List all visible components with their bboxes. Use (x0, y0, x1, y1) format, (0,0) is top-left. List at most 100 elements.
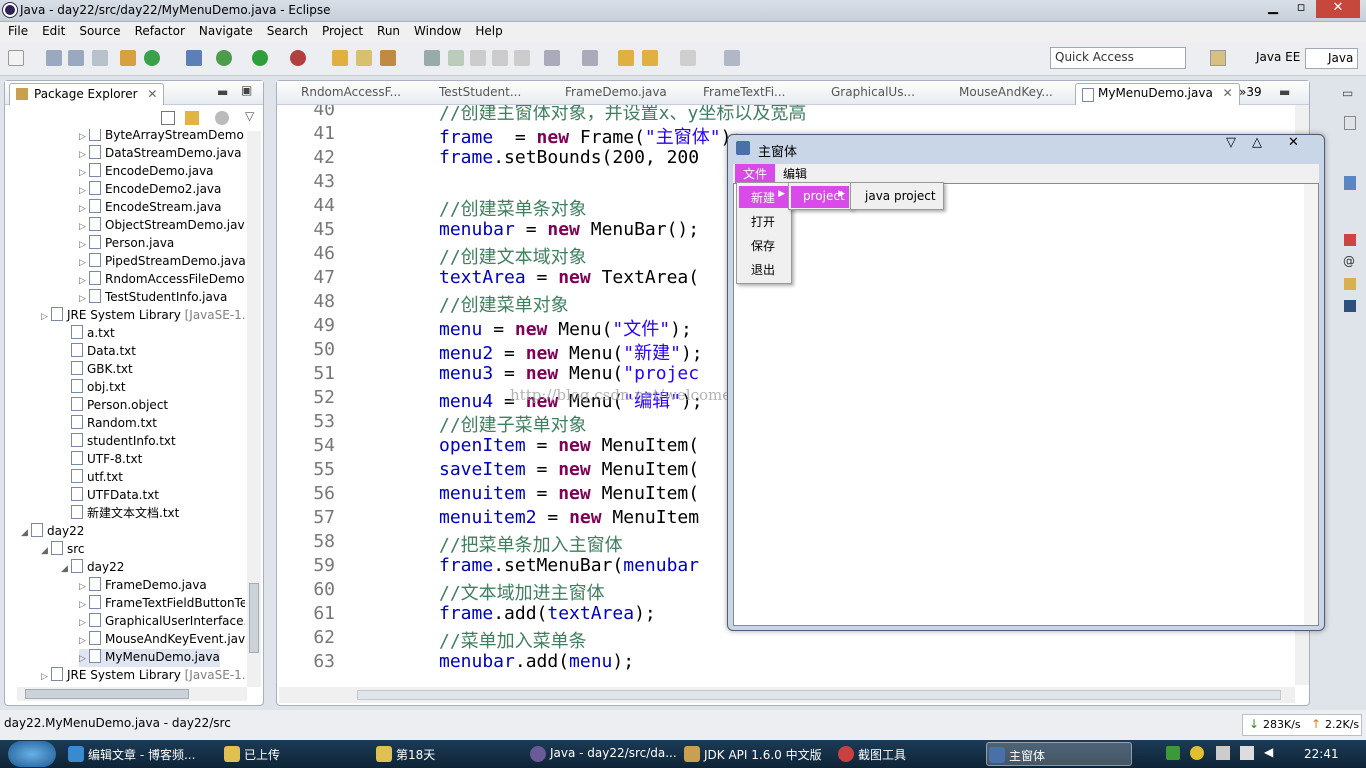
menu-refactor[interactable]: Refactor (127, 22, 191, 38)
expand-arrow-icon[interactable]: ▷ (79, 237, 89, 254)
format-icon[interactable] (470, 50, 486, 66)
tree-item[interactable]: studentInfo.txt (61, 433, 176, 451)
new-java-project-icon[interactable] (120, 50, 136, 66)
quick-access-input[interactable]: Quick Access (1050, 47, 1186, 69)
tree-item[interactable]: ▷ MouseAndKeyEvent.java (79, 631, 245, 649)
tab-overflow[interactable]: »39 (1239, 85, 1262, 99)
code-line[interactable]: menu2 = new Menu("新建"); (439, 339, 703, 365)
hierarchy-icon[interactable] (1344, 176, 1356, 190)
tab-teststudent[interactable]: TestStudent... (439, 85, 521, 99)
tab-mymenudemo[interactable]: MyMenuDemo.java ✕ (1075, 83, 1240, 105)
menu-edit[interactable]: Edit (34, 22, 71, 38)
tree-item[interactable]: ▷ GraphicalUserInterface.ja (79, 613, 245, 631)
prev-annotation-icon[interactable] (582, 50, 598, 66)
tree-item[interactable]: ◢ src (41, 541, 85, 559)
collapse-all-icon[interactable] (161, 111, 175, 125)
frame-minimize-button[interactable]: ▽ (1226, 135, 1236, 150)
menu-item-java-project[interactable]: java project (853, 186, 941, 208)
maximize-button[interactable]: ▫ (1290, 0, 1312, 18)
next-annotation-icon[interactable] (544, 50, 560, 66)
tree-item[interactable]: UTF-8.txt (61, 451, 142, 469)
tree-item[interactable]: ▷ EncodeStream.java (79, 199, 222, 217)
menu-source[interactable]: Source (71, 22, 126, 38)
flag-icon[interactable] (1240, 746, 1254, 760)
block-select-icon[interactable] (492, 50, 508, 66)
menu-item-project[interactable]: project ▶ (791, 186, 849, 208)
code-line[interactable]: openItem = new MenuItem( (439, 435, 699, 456)
code-line[interactable]: saveItem = new MenuItem( (439, 459, 699, 480)
external-tools-icon[interactable] (290, 50, 306, 66)
tree-item[interactable]: ▷ MyMenuDemo.java (79, 649, 220, 667)
menu-project[interactable]: Project (314, 22, 369, 38)
tab-rndomaccessfile[interactable]: RndomAccessF... (301, 85, 401, 99)
expand-arrow-icon[interactable]: ▷ (79, 201, 89, 218)
menu-navigate[interactable]: Navigate (191, 22, 259, 38)
start-button[interactable] (8, 741, 56, 767)
javadoc-icon[interactable]: @ (1343, 254, 1355, 268)
code-line[interactable]: //创建文本域对象 (439, 243, 587, 269)
tree-item[interactable]: ▷ JRE System Library [JavaSE-1.7] (41, 307, 245, 325)
close-icon[interactable]: ✕ (1223, 86, 1233, 100)
problems-icon[interactable] (1344, 234, 1356, 246)
tree-item[interactable]: ▷ ObjectStreamDemo.java (79, 217, 245, 235)
menu-item-open[interactable]: 打开 (739, 210, 789, 232)
code-line[interactable]: //创建主窗体对象，并设置x、y坐标以及宽高 (439, 105, 806, 125)
tree-item[interactable]: obj.txt (61, 379, 126, 397)
print-icon[interactable] (92, 50, 108, 66)
menu-item-new[interactable]: 新建 ▶ (739, 186, 789, 208)
explorer-horizontal-scrollbar[interactable] (17, 687, 247, 701)
code-line[interactable]: menu3 = new Menu("projec (439, 363, 699, 384)
menu-item-exit[interactable]: 退出 (739, 258, 789, 280)
close-button[interactable]: ✕ (1316, 0, 1360, 18)
code-line[interactable]: frame.setBounds(200, 200 (439, 147, 699, 168)
clock[interactable]: 22:41 (1304, 747, 1339, 761)
perspective-java[interactable]: Java (1305, 48, 1359, 69)
new-icon[interactable] (8, 50, 24, 66)
tree-item[interactable]: utf.txt (61, 469, 123, 487)
tree-item[interactable]: ▷ EncodeDemo.java (79, 163, 214, 181)
code-line[interactable]: textArea = new TextArea( (439, 267, 699, 288)
tree-item[interactable]: ◢ day22 (61, 559, 124, 577)
code-line[interactable]: menuitem2 = new MenuItem (439, 507, 699, 528)
task-main-frame[interactable]: 主窗体 (986, 742, 1132, 766)
code-line[interactable]: menubar.add(menu); (439, 651, 634, 672)
task-eclipse[interactable]: Java - day22/src/da... (528, 742, 678, 766)
back-icon[interactable] (642, 50, 658, 66)
expand-arrow-icon[interactable]: ▷ (79, 183, 89, 200)
search-icon[interactable] (380, 50, 396, 66)
show-whitespace-icon[interactable] (514, 50, 530, 66)
code-line[interactable]: //菜单加入菜单条 (439, 627, 587, 653)
expand-arrow-icon[interactable]: ◢ (41, 543, 51, 560)
tree-item[interactable]: UTFData.txt (61, 487, 159, 505)
expand-arrow-icon[interactable]: ▷ (79, 579, 89, 596)
tree-item[interactable]: ▷ Person.java (79, 235, 174, 253)
tab-framedemo[interactable]: FrameDemo.java (565, 85, 667, 99)
task-uploaded[interactable]: 已上传 (222, 742, 352, 766)
expand-arrow-icon[interactable]: ▷ (79, 633, 89, 650)
expand-arrow-icon[interactable]: ◢ (21, 525, 31, 542)
tree-item[interactable]: ▷ TestStudentInfo.java (79, 289, 227, 307)
expand-arrow-icon[interactable]: ▷ (79, 147, 89, 164)
link-editor-icon[interactable] (185, 111, 199, 125)
console-icon[interactable] (1344, 300, 1356, 312)
tab-mouseandkey[interactable]: MouseAndKey... (959, 85, 1053, 99)
view-menu-icon[interactable] (215, 111, 229, 125)
code-line[interactable]: frame.add(textArea); (439, 603, 656, 624)
tree-item[interactable]: Data.txt (61, 343, 136, 361)
open-type-icon[interactable] (332, 50, 348, 66)
tree-item[interactable]: ▷ PipedStreamDemo.java (79, 253, 245, 271)
frame-maximize-button[interactable]: △ (1252, 135, 1262, 150)
code-line[interactable]: menu = new Menu("文件"); (439, 315, 692, 341)
expand-arrow-icon[interactable]: ▷ (79, 129, 89, 146)
expand-arrow-icon[interactable]: ▷ (79, 615, 89, 632)
minimize-button[interactable]: ▁ (1262, 0, 1284, 18)
menu-window[interactable]: Window (406, 22, 467, 38)
save-all-icon[interactable] (68, 50, 84, 66)
expand-arrow-icon[interactable]: ▷ (79, 651, 89, 668)
tree-item[interactable]: ▷ FrameTextFieldButtonTe (79, 595, 245, 613)
explorer-vertical-scrollbar[interactable] (247, 131, 261, 687)
frame-menu-file[interactable]: 文件 (735, 164, 776, 183)
expand-arrow-icon[interactable]: ▷ (79, 597, 89, 614)
menu-run[interactable]: Run (369, 22, 406, 38)
run-icon[interactable] (252, 50, 268, 66)
